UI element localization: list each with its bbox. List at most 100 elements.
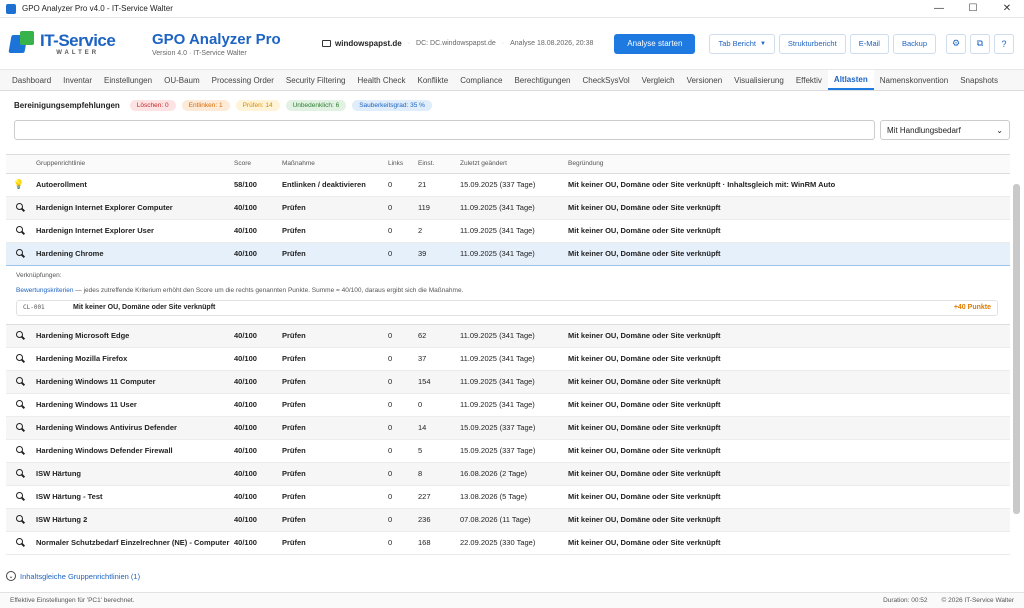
table-row[interactable]: Hardening Chrome 40/100 Prüfen 0 39 11.09.202… — [6, 241, 1010, 266]
cell-settings: 8 — [414, 462, 456, 486]
cell-score: 40/100 — [230, 485, 278, 509]
magnifier-icon — [15, 515, 23, 522]
cell-changed: 11.09.2025 (341 Tage) — [456, 393, 564, 417]
cell-action: Entlinken / deaktivieren — [278, 173, 384, 197]
identical-gpos-label: Inhaltsgleiche Gruppenrichtlinien (1) — [20, 571, 141, 581]
cell-changed: 11.09.2025 (341 Tage) — [456, 347, 564, 371]
table-row[interactable]: Hardening Windows Defender Firewall 40/10… — [6, 439, 1010, 463]
close-button[interactable]: ✕ — [990, 0, 1024, 18]
tab-versionen[interactable]: Versionen — [681, 70, 729, 90]
tab-vergleich[interactable]: Vergleich — [636, 70, 681, 90]
tab-snapshots[interactable]: Snapshots — [954, 70, 1004, 90]
tab-checksysvol[interactable]: CheckSysVol — [577, 70, 636, 90]
cell-reason: Mit keiner OU, Domäne oder Site verknüpf… — [564, 241, 1010, 266]
tab-health-check[interactable]: Health Check — [351, 70, 411, 90]
magnifier-icon — [15, 377, 23, 384]
structure-report-button[interactable]: Strukturbericht — [778, 33, 846, 54]
criteria-link[interactable]: Bewertungskriterien — [16, 287, 73, 294]
column-header[interactable]: Maßnahme — [278, 155, 384, 174]
cell-changed: 16.08.2026 (2 Tage) — [456, 462, 564, 486]
cell-links: 0 — [384, 241, 414, 266]
email-button[interactable]: E-Mail — [849, 33, 889, 54]
column-header[interactable]: Links — [384, 155, 414, 174]
cell-reason: Mit keiner OU, Domäne oder Site verknüpf… — [564, 439, 1010, 463]
table-row[interactable]: Hardening Windows Antivirus Defender 40/1… — [6, 416, 1010, 440]
cell-settings: 39 — [414, 241, 456, 266]
filter-select[interactable]: Mit Handlungsbedarf ⌄ — [880, 120, 1010, 140]
cell-links: 0 — [384, 370, 414, 394]
cell-score: 40/100 — [230, 196, 278, 220]
table-row[interactable]: Hardening Windows 11 User 40/100 Prüfen 0 0 1… — [6, 393, 1010, 417]
cell-reason: Mit keiner OU, Domäne oder Site verknüpf… — [564, 173, 1010, 197]
criterion-points: +40 Punkte — [953, 304, 991, 311]
settings-gear-icon[interactable]: ⚙ — [946, 33, 966, 54]
tab-ou-baum[interactable]: OU-Baum — [158, 70, 206, 90]
cell-action: Prüfen — [278, 462, 384, 486]
cell-changed: 15.09.2025 (337 Tage) — [456, 173, 564, 197]
cell-changed: 22.09.2025 (330 Tage) — [456, 531, 564, 555]
tab-konflikte[interactable]: Konflikte — [412, 70, 455, 90]
copy-icon[interactable]: ⧉ — [970, 33, 990, 54]
tab-report-button[interactable]: Tab Bericht ▼ — [709, 33, 775, 54]
table-scrollbar[interactable] — [1013, 184, 1020, 514]
domain-controller: DC: DC.windowspapst.de — [416, 40, 496, 47]
table-row[interactable]: 💡 Autoerollment 58/100 Entlinken / deaktivi… — [6, 173, 1010, 197]
cell-name: Hardening Windows Antivirus Defender — [32, 416, 230, 440]
tab-altlasten[interactable]: Altlasten — [827, 70, 874, 90]
tab-einstellungen[interactable]: Einstellungen — [98, 70, 158, 90]
table-row[interactable]: Hardenign Internet Explorer Computer 40/1… — [6, 196, 1010, 220]
cell-name: Hardening Microsoft Edge — [32, 324, 230, 348]
cell-settings: 5 — [414, 439, 456, 463]
cell-links: 0 — [384, 462, 414, 486]
table-row[interactable]: ISW Härtung 40/100 Prüfen 0 8 16.08.2026 (2 T… — [6, 462, 1010, 486]
cell-action: Prüfen — [278, 531, 384, 555]
cell-reason: Mit keiner OU, Domäne oder Site verknüpf… — [564, 219, 1010, 243]
minimize-button[interactable]: — — [922, 0, 956, 18]
cell-action: Prüfen — [278, 508, 384, 532]
cell-reason: Mit keiner OU, Domäne oder Site verknüpf… — [564, 347, 1010, 371]
magnifier-icon — [15, 331, 23, 338]
cell-action: Prüfen — [278, 485, 384, 509]
table-row[interactable]: Hardening Microsoft Edge 40/100 Prüfen 0 62 1… — [6, 324, 1010, 348]
column-header[interactable]: Einst. — [414, 155, 456, 174]
table-row[interactable]: ISW Härtung 2 40/100 Prüfen 0 236 07.08.2026 … — [6, 508, 1010, 532]
table-row[interactable]: ISW Härtung - Test 40/100 Prüfen 0 227 13.08.… — [6, 485, 1010, 509]
table-row[interactable]: Hardening Windows 11 Computer 40/100 Prüfe… — [6, 370, 1010, 394]
tab-namenskonvention[interactable]: Namenskonvention — [874, 70, 954, 90]
column-header[interactable]: Score — [230, 155, 278, 174]
identical-gpos-toggle[interactable]: ⌄ Inhaltsgleiche Gruppenrichtlinien (1) — [6, 571, 140, 581]
search-input[interactable] — [14, 120, 875, 140]
criteria-text: — jedes zutreffende Kriterium erhöht den… — [73, 286, 464, 294]
column-header[interactable]: Gruppenrichtlinie — [32, 155, 230, 174]
column-header[interactable] — [6, 155, 32, 174]
tab-visualisierung[interactable]: Visualisierung — [728, 70, 790, 90]
cell-score: 40/100 — [230, 462, 278, 486]
table-row[interactable]: Hardening Mozilla Firefox 40/100 Prüfen 0 37… — [6, 347, 1010, 371]
tab-processing-order[interactable]: Processing Order — [206, 70, 280, 90]
maximize-button[interactable]: ☐ — [956, 0, 990, 18]
start-analysis-button[interactable]: Analyse starten — [614, 33, 696, 54]
column-header[interactable]: Begründung — [564, 155, 1010, 174]
help-button[interactable]: ? — [994, 33, 1014, 54]
table-row[interactable]: Hardenign Internet Explorer User 40/100 Pr… — [6, 219, 1010, 243]
column-header[interactable]: Zuletzt geändert — [456, 155, 564, 174]
cell-links: 0 — [384, 508, 414, 532]
logo-line1: IT-Service — [40, 30, 116, 50]
cell-links: 0 — [384, 173, 414, 197]
chevron-down-icon: ⌄ — [6, 571, 16, 581]
tab-berechtigungen[interactable]: Berechtigungen — [508, 70, 576, 90]
cell-score: 40/100 — [230, 370, 278, 394]
tab-report-label: Tab Bericht — [718, 39, 756, 48]
tab-dashboard[interactable]: Dashboard — [6, 70, 57, 90]
cell-changed: 07.08.2026 (11 Tage) — [456, 508, 564, 532]
tab-inventar[interactable]: Inventar — [57, 70, 98, 90]
tab-effektiv[interactable]: Effektiv — [790, 70, 828, 90]
tab-security-filtering[interactable]: Security Filtering — [280, 70, 352, 90]
product-info: GPO Analyzer Pro Version 4.0 · IT-Servic… — [152, 31, 312, 57]
criterion-text: Mit keiner OU, Domäne oder Site verknüpf… — [73, 304, 216, 311]
tab-compliance[interactable]: Compliance — [454, 70, 508, 90]
cell-changed: 13.08.2026 (5 Tage) — [456, 485, 564, 509]
backup-button[interactable]: Backup — [892, 33, 936, 54]
links-label: Verknüpfungen: — [16, 271, 62, 279]
table-row[interactable]: Normaler Schutzbedarf Einzelrechner (NE)… — [6, 531, 1010, 555]
